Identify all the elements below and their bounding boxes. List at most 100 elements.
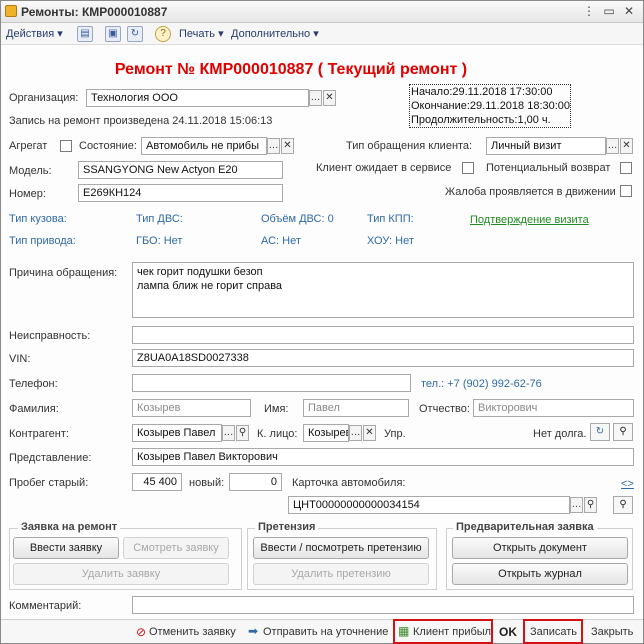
open-document-button[interactable]: Открыть документ <box>452 537 628 559</box>
patronymic-field[interactable]: Викторович <box>473 399 634 417</box>
contact-person-field[interactable]: Козырев <box>303 424 349 442</box>
representation-label: Представление: <box>9 452 92 464</box>
comment-field[interactable] <box>132 596 634 614</box>
appeal-type-field[interactable]: Личный визит <box>486 137 606 155</box>
car-card-field[interactable]: ЦНТ00000000000034154 <box>288 496 570 514</box>
title-bar: Ремонты: КМР000010887 ⋮ ▭ ✕ <box>1 1 643 23</box>
enter-order-button[interactable]: Ввести заявку <box>13 537 119 559</box>
phone-label: Телефон: <box>9 378 58 390</box>
counterparty-label: Контрагент: <box>9 428 69 440</box>
debt-refresh-icon[interactable]: ↻ <box>590 423 610 441</box>
potential-return-label: Потенциальный возврат <box>486 162 611 174</box>
cancel-icon: ⊘ <box>136 625 147 639</box>
client-waits-label: Клиент ожидает в сервисе <box>316 162 452 174</box>
actions-menu[interactable]: Действия ▾ <box>6 27 63 40</box>
car-card-open-icon[interactable]: ⚲ <box>613 496 633 514</box>
counterparty-field[interactable]: Козырев Павел <box>132 424 222 442</box>
surname-field[interactable]: Козырев <box>132 399 251 417</box>
contact-person-clear-button[interactable]: ✕ <box>363 425 376 441</box>
maximize-icon[interactable]: ▭ <box>601 4 617 19</box>
appeal-type-label: Тип обращения клиента: <box>346 140 473 152</box>
help-icon[interactable]: ? <box>155 26 171 42</box>
mileage-new-field[interactable]: 0 <box>229 473 282 491</box>
org-select-button[interactable]: … <box>309 90 322 106</box>
counterparty-search-icon[interactable]: ⚲ <box>236 425 249 441</box>
reason-line-2: лампа ближ не горит справа <box>137 280 283 292</box>
contact-person-label: К. лицо: <box>257 428 298 440</box>
no-debt-label: Нет долга. <box>533 428 587 440</box>
delete-order-button[interactable]: Удалить заявку <box>13 563 229 585</box>
client-arrived-button[interactable]: Клиент прибыл <box>413 626 491 638</box>
vin-label: VIN: <box>9 353 31 365</box>
toolbar: Действия ▾ ▤ ▣ ↻ ? Печать ▾ Дополнительн… <box>1 23 643 45</box>
reason-label: Причина обращения: <box>9 267 118 279</box>
ok-button[interactable]: OK <box>499 625 517 639</box>
car-card-search-icon[interactable]: ⚲ <box>584 497 597 513</box>
engine-type-label: Тип ДВС: <box>136 213 183 225</box>
representation-field[interactable]: Козырев Павел Викторович <box>132 448 634 466</box>
time-info-box: Начало:29.11.2018 17:30:00 Окончание:29.… <box>409 84 571 128</box>
reason-textarea[interactable]: чек горит подушки безоп лампа ближ не го… <box>132 262 634 318</box>
client-waits-checkbox[interactable] <box>462 162 474 174</box>
aggregate-label: Агрегат <box>9 140 48 152</box>
claim-group-title: Претензия <box>255 521 319 533</box>
send-arrow-icon: ➡ <box>248 624 259 638</box>
window-menu-icon[interactable]: ⋮ <box>581 4 597 19</box>
engine-volume-label: Объём ДВС: 0 <box>261 213 334 225</box>
visit-confirm-link[interactable]: Подтверждение визита <box>470 214 589 226</box>
save-list-icon[interactable]: ▤ <box>77 26 93 42</box>
state-field[interactable]: Автомобиль не прибы <box>141 137 267 155</box>
appeal-type-clear-button[interactable]: ✕ <box>620 138 633 154</box>
complaint-motion-label: Жалоба проявляется в движении <box>445 186 616 198</box>
additional-menu-label: Дополнительно <box>231 28 311 40</box>
refresh-icon[interactable]: ↻ <box>127 26 143 42</box>
debt-search-icon[interactable]: ⚲ <box>613 423 633 441</box>
manage-label: Упр. <box>384 428 406 440</box>
save-button[interactable]: Записать <box>530 626 577 638</box>
org-clear-button[interactable]: ✕ <box>323 90 336 106</box>
phone-link[interactable]: тел.: +7 (902) 992-62-76 <box>421 378 542 390</box>
name-field[interactable]: Павел <box>303 399 409 417</box>
app-icon <box>5 5 17 17</box>
state-clear-button[interactable]: ✕ <box>281 138 294 154</box>
contact-person-select-button[interactable]: … <box>349 425 362 441</box>
additional-menu[interactable]: Дополнительно ▾ <box>231 27 319 40</box>
malfunction-field[interactable] <box>132 326 634 344</box>
claim-delete-button[interactable]: Удалить претензию <box>253 563 429 585</box>
malfunction-label: Неисправность: <box>9 330 91 342</box>
car-card-link[interactable]: <> <box>621 478 634 490</box>
view-order-button[interactable]: Смотреть заявку <box>123 537 229 559</box>
number-field[interactable]: Е269КН124 <box>78 184 283 202</box>
aggregate-checkbox[interactable] <box>60 140 72 152</box>
print-menu[interactable]: Печать ▾ <box>179 27 224 40</box>
mileage-old-field[interactable]: 45 400 <box>132 473 182 491</box>
close-button[interactable]: Закрыть <box>591 626 633 638</box>
model-field[interactable]: SSANGYONG New Actyon E20 <box>78 161 283 179</box>
car-card-label: Карточка автомобиля: <box>292 477 406 489</box>
phone-field[interactable] <box>132 374 411 392</box>
open-journal-button[interactable]: Открыть журнал <box>452 563 628 585</box>
drive-type-label: Тип привода: <box>9 235 76 247</box>
cancel-order-button[interactable]: Отменить заявку <box>149 626 236 638</box>
appeal-type-select-button[interactable]: … <box>606 138 619 154</box>
complaint-motion-checkbox[interactable] <box>620 185 632 197</box>
state-label: Состояние: <box>79 140 137 152</box>
close-icon[interactable]: ✕ <box>621 4 637 19</box>
send-clarify-button[interactable]: Отправить на уточнение <box>263 626 388 638</box>
copy-doc-icon[interactable]: ▣ <box>105 26 121 42</box>
state-select-button[interactable]: … <box>267 138 280 154</box>
gbo-label: ГБО: Нет <box>136 235 183 247</box>
duration: Продолжительность:1,00 ч. <box>411 114 551 126</box>
claim-enter-button[interactable]: Ввести / посмотреть претензию <box>253 537 429 559</box>
org-field[interactable]: Технология ООО <box>86 89 309 107</box>
car-card-select-button[interactable]: … <box>570 497 583 513</box>
client-arrived-icon: ▦ <box>398 624 410 638</box>
name-label: Имя: <box>264 403 289 415</box>
potential-return-checkbox[interactable] <box>620 162 632 174</box>
reason-line-1: чек горит подушки безоп <box>137 266 263 278</box>
counterparty-select-button[interactable]: … <box>222 425 235 441</box>
vin-field[interactable]: Z8UA0A18SD0027338 <box>132 349 634 367</box>
print-menu-label: Печать <box>179 28 216 40</box>
mileage-old-label: Пробег старый: <box>9 477 89 489</box>
repair-window: Ремонты: КМР000010887 ⋮ ▭ ✕ Действия ▾ ▤… <box>0 0 644 644</box>
